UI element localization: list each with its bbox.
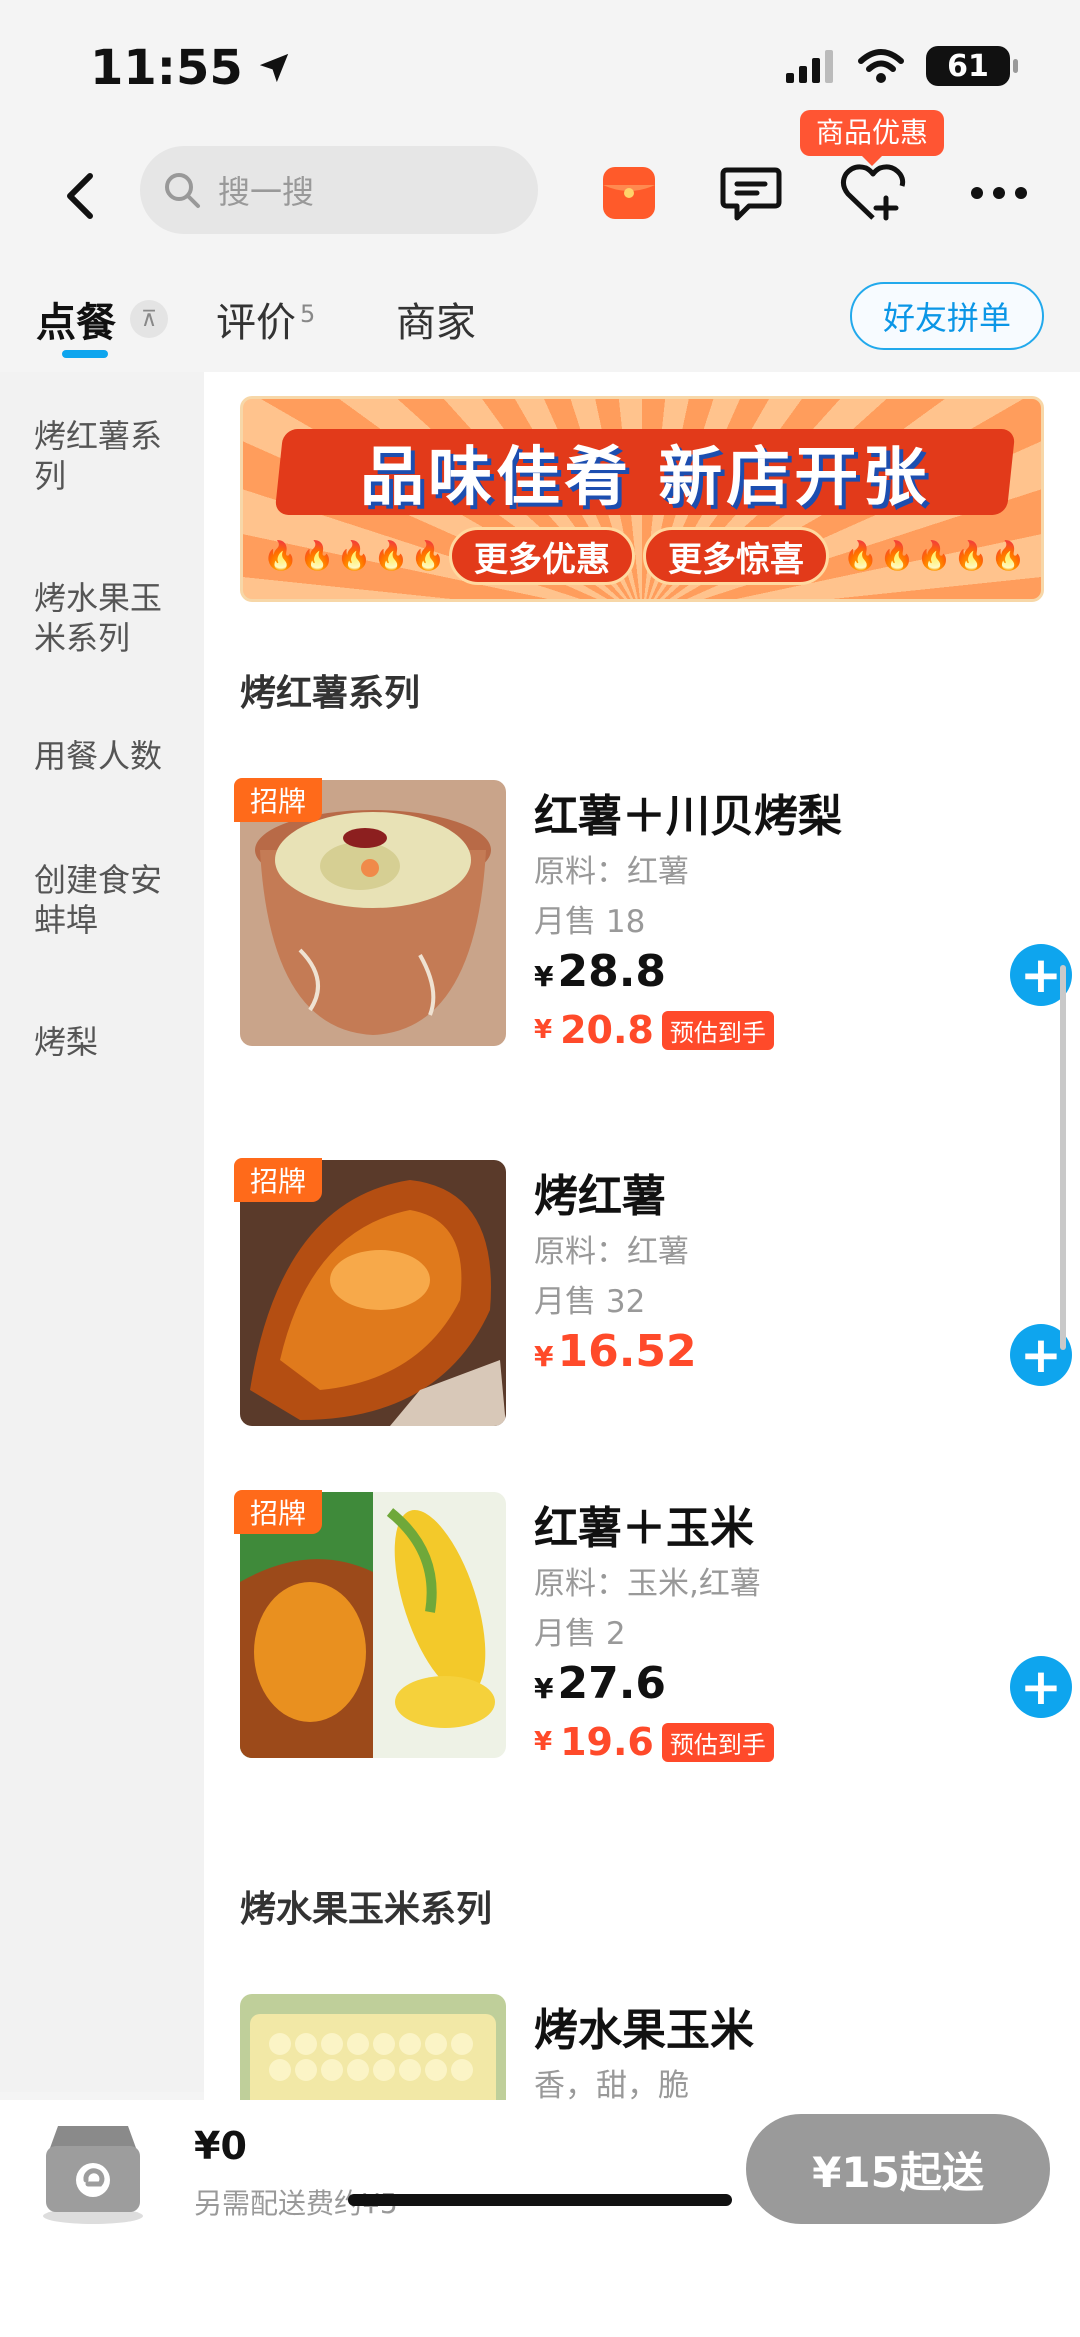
menu-list: 品味佳肴 新店开张 🔥🔥🔥🔥🔥 更多优惠 更多惊喜 🔥🔥🔥🔥🔥 烤红薯系列 招牌…	[204, 372, 1080, 2102]
search-placeholder: 搜一搜	[218, 173, 315, 211]
sidebar-item-sweet-potato[interactable]: 烤红薯系列	[34, 416, 184, 496]
tab-merchant[interactable]: 商家	[396, 290, 476, 348]
product-ingredients: 原料：玉米,红薯	[534, 1566, 761, 1602]
product-price: ¥16.52	[534, 1326, 697, 1377]
red-packet-icon[interactable]	[594, 158, 664, 228]
sidebar-item-food-safety[interactable]: 创建食安 蚌埠	[34, 860, 184, 940]
shopping-bag-icon[interactable]	[36, 2112, 150, 2226]
cart-bar: ¥0 另需配送费约¥5 ¥15起送	[0, 2100, 1080, 2337]
add-to-cart-button[interactable]: +	[1010, 1656, 1072, 1718]
product-description: 香，甜，脆	[534, 2068, 689, 2102]
product-item[interactable]: 招牌 红薯＋川贝烤梨 原料：红薯 月售 18 ¥28.8 ¥20.8 预估到手 +	[234, 778, 1072, 1120]
search-icon	[165, 173, 200, 208]
product-item[interactable]: 招牌 红薯＋玉米 原料：玉米,红薯 月售 2 ¥27.6 ¥19.6 预估到手 +	[234, 1490, 1072, 1832]
checkout-button[interactable]: ¥15起送	[746, 2114, 1050, 2224]
section-title-sweet-potato: 烤红薯系列	[240, 673, 421, 714]
active-tab-indicator	[62, 350, 108, 358]
sidebar-item-fruit-corn[interactable]: 烤水果玉 米系列	[34, 578, 184, 658]
product-item[interactable]: 烤水果玉米 香，甜，脆	[240, 1994, 1044, 2102]
product-price: ¥28.8	[534, 946, 667, 997]
product-ingredients: 原料：红薯	[534, 854, 689, 890]
nav-header: 搜一搜	[0, 140, 1080, 260]
product-image[interactable]	[240, 1994, 506, 2102]
product-monthly-sales: 月售 2	[534, 1616, 626, 1652]
location-arrow-icon	[259, 53, 288, 83]
back-arrow-icon[interactable]	[52, 166, 112, 226]
sidebar-item-diners[interactable]: 用餐人数	[34, 736, 184, 776]
product-estimated-price: ¥20.8 预估到手	[534, 1008, 774, 1052]
home-indicator[interactable]	[348, 2194, 732, 2206]
product-name: 红薯＋川贝烤梨	[534, 791, 842, 842]
battery-icon: 61	[926, 46, 1018, 86]
tab-order[interactable]: 点餐	[36, 290, 116, 348]
favorite-add-icon[interactable]	[838, 158, 908, 228]
flame-decor-right: 🔥🔥🔥🔥🔥	[843, 539, 1028, 572]
status-time: 11:55	[90, 40, 291, 96]
wifi-icon	[858, 49, 904, 83]
promo-tooltip: 商品优惠	[800, 110, 945, 166]
flame-decor-left: 🔥🔥🔥🔥🔥	[263, 539, 448, 572]
signature-tag: 招牌	[234, 1490, 322, 1534]
estimated-badge: 预估到手	[661, 1010, 774, 1050]
cart-total: ¥0	[194, 2124, 247, 2168]
product-monthly-sales: 月售 18	[534, 904, 646, 940]
product-name: 烤水果玉米	[534, 2005, 754, 2056]
scrollbar[interactable]	[1060, 965, 1066, 1350]
category-sidebar: 烤红薯系列 烤水果玉 米系列 用餐人数 创建食安 蚌埠 烤梨	[0, 372, 204, 2092]
pin-top-icon[interactable]: ⊼	[130, 300, 168, 338]
signature-tag: 招牌	[234, 778, 322, 822]
product-name: 烤红薯	[534, 1171, 666, 1222]
sidebar-item-pear[interactable]: 烤梨	[34, 1022, 184, 1062]
promo-banner[interactable]: 品味佳肴 新店开张 🔥🔥🔥🔥🔥 更多优惠 更多惊喜 🔥🔥🔥🔥🔥	[240, 396, 1044, 602]
product-ingredients: 原料：红薯	[534, 1234, 689, 1270]
more-icon[interactable]	[964, 158, 1034, 228]
signal-icon	[786, 50, 833, 83]
review-count: 5	[300, 299, 316, 328]
product-price: ¥27.6	[534, 1658, 667, 1709]
banner-title: 品味佳肴 新店开张	[274, 429, 1016, 515]
message-icon[interactable]	[716, 158, 786, 228]
banner-pill-left: 更多优惠	[449, 527, 635, 585]
section-title-fruit-corn: 烤水果玉米系列	[240, 1889, 493, 1930]
product-monthly-sales: 月售 32	[534, 1284, 646, 1320]
search-input[interactable]: 搜一搜	[140, 146, 538, 234]
product-item[interactable]: 招牌 烤红薯 原料：红薯 月售 32 ¥16.52 +	[234, 1158, 1072, 1460]
banner-pill-right: 更多惊喜	[643, 527, 829, 585]
estimated-badge: 预估到手	[661, 1722, 774, 1762]
status-indicators: 61	[786, 46, 1018, 86]
tab-bar: 点餐 ⊼ 评价 5 商家 好友拼单	[0, 260, 1080, 372]
product-name: 红薯＋玉米	[534, 1503, 754, 1554]
tab-reviews[interactable]: 评价 5	[216, 290, 315, 348]
friend-group-order-button[interactable]: 好友拼单	[850, 282, 1044, 350]
product-estimated-price: ¥19.6 预估到手	[534, 1720, 774, 1764]
signature-tag: 招牌	[234, 1158, 322, 1202]
